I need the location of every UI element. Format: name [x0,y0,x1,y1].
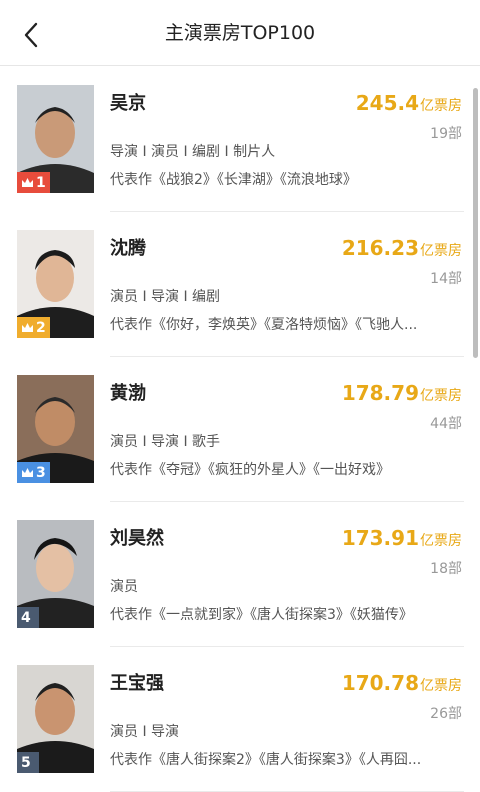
roles: 演员 I 导演 I 编剧 [110,289,221,305]
box-office: 170.78亿票房 [341,671,462,695]
back-arrow-icon[interactable] [14,18,48,52]
list-item[interactable]: 3 黄渤 178.79亿票房 44部 演员 I 导演 I 歌手 代表作《夺冠》《… [0,357,480,502]
list-item[interactable]: 2 沈腾 216.23亿票房 14部 演员 I 导演 I 编剧 代表作《你好，李… [0,212,480,357]
list-item[interactable]: 5 王宝强 170.78亿票房 26部 演员 I 导演 代表作《唐人街探案2》《… [0,647,480,792]
film-count: 26部 [430,706,462,722]
film-count: 18部 [430,561,462,577]
roles: 演员 I 导演 I 歌手 [110,434,221,450]
crown-icon [22,468,33,477]
box-office: 178.79亿票房 [341,381,462,405]
list-item[interactable]: 1 吴京 245.4亿票房 19部 导演 I 演员 I 编剧 I 制片人 代表作… [0,67,480,212]
actor-name: 沈腾 [110,238,146,259]
actor-name: 黄渤 [110,383,146,404]
crown-icon [22,178,33,187]
representative-works: 代表作《一点就到家》《唐人街探案3》《妖猫传》 [110,607,413,623]
roles: 演员 I 导演 [110,724,180,740]
list-item[interactable]: 4 刘昊然 173.91亿票房 18部 演员 代表作《一点就到家》《唐人街探案3… [0,502,480,647]
actor-name: 刘昊然 [110,528,164,549]
avatar: 1 [17,85,94,193]
representative-works: 代表作《唐人街探案2》《唐人街探案3》《人再囧... [110,752,422,768]
ranking-list: 1 吴京 245.4亿票房 19部 导演 I 演员 I 编剧 I 制片人 代表作… [0,67,480,792]
scrollbar[interactable] [473,88,478,358]
film-count: 44部 [430,416,462,432]
avatar: 4 [17,520,94,628]
film-count: 19部 [430,126,462,142]
roles: 演员 [110,579,138,595]
roles: 导演 I 演员 I 编剧 I 制片人 [110,144,276,160]
rank-badge: 4 [17,607,39,628]
avatar: 3 [17,375,94,483]
actor-name: 王宝强 [110,673,164,694]
representative-works: 代表作《战狼2》《长津湖》《流浪地球》 [110,172,357,188]
box-office: 245.4亿票房 [355,91,462,115]
rank-badge: 3 [17,462,50,483]
box-office: 173.91亿票房 [341,526,462,550]
representative-works: 代表作《夺冠》《疯狂的外星人》《一出好戏》 [110,462,390,478]
rank-badge: 1 [17,172,50,193]
top-bar: 主演票房TOP100 [0,0,480,66]
page-title: 主演票房TOP100 [164,22,316,44]
representative-works: 代表作《你好，李焕英》《夏洛特烦恼》《飞驰人... [110,317,418,333]
avatar: 5 [17,665,94,773]
rank-badge: 2 [17,317,50,338]
actor-name: 吴京 [110,93,146,114]
avatar: 2 [17,230,94,338]
crown-icon [22,323,33,332]
rank-badge: 5 [17,752,39,773]
film-count: 14部 [430,271,462,287]
box-office: 216.23亿票房 [341,236,462,260]
